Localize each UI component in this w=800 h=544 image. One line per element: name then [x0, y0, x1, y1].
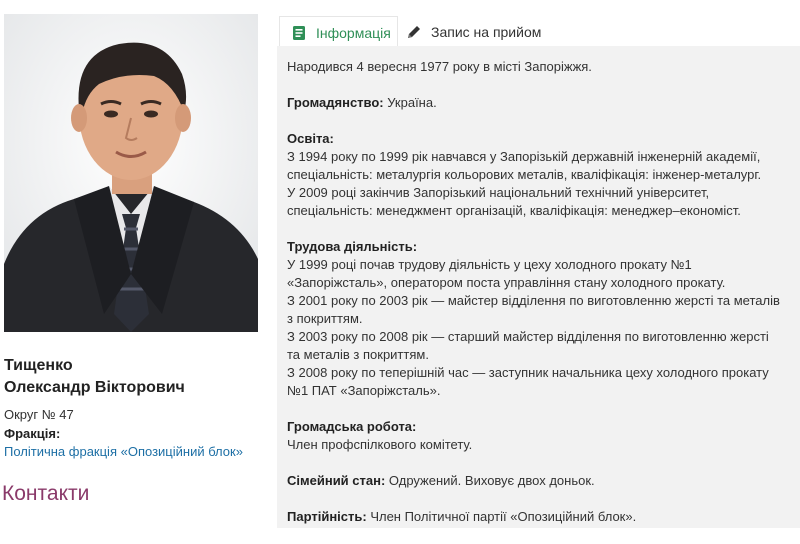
- faction-link[interactable]: Політична фракція «Опозиційний блок»: [4, 444, 243, 459]
- tab-appointment-label: Запис на прийом: [431, 23, 542, 40]
- party-label: Партійність:: [287, 509, 367, 524]
- tab-information-label: Інформація: [316, 24, 391, 41]
- deputy-name: Тищенко Олександр Вікторович: [4, 355, 254, 399]
- biography: Народився 4 вересня 1977 року в місті За…: [287, 58, 792, 544]
- birth-info: Народився 4 вересня 1977 року в місті За…: [287, 59, 592, 74]
- document-icon: [290, 24, 308, 42]
- party-membership: Партійність: Член Політичної партії «Опо…: [287, 508, 792, 526]
- deputy-photo: [4, 14, 258, 332]
- tab-appointment[interactable]: Запис на прийом: [405, 16, 565, 47]
- education-section: Освіта: З 1994 року по 1999 рік навчався…: [287, 130, 792, 220]
- citizenship-value: Україна.: [383, 95, 437, 110]
- family-label: Сімейний стан:: [287, 473, 386, 488]
- public-work-label: Громадська робота:: [287, 419, 417, 434]
- district-number: Округ № 47: [4, 407, 74, 422]
- work-line: З 2001 року по 2003 рік — майстер відділ…: [287, 293, 780, 308]
- citizenship: Громадянство: Україна.: [287, 94, 792, 112]
- work-line: «Запоріжсталь», оператором поста управлі…: [287, 275, 726, 290]
- family-status: Сімейний стан: Одружений. Виховує двох д…: [287, 472, 792, 490]
- education-line: спеціальність: менеджмент організацій, к…: [287, 203, 741, 218]
- work-label: Трудова діяльність:: [287, 239, 418, 254]
- profile-details: Інформація Запис на прийом Народився 4 в…: [277, 14, 800, 528]
- work-section: Трудова діяльність: У 1999 році почав тр…: [287, 238, 792, 400]
- tab-information[interactable]: Інформація: [279, 16, 398, 48]
- tab-bar: Інформація Запис на прийом: [277, 14, 800, 48]
- information-panel: Народився 4 вересня 1977 року в місті За…: [277, 46, 800, 528]
- work-line: З 2008 року по теперішній час — заступни…: [287, 365, 769, 380]
- deputy-first-middle-name: Олександр Вікторович: [4, 379, 185, 396]
- faction-label: Фракція:: [4, 426, 61, 441]
- deputy-last-name: Тищенко: [4, 357, 73, 374]
- work-line: та металів з покриттям.: [287, 347, 429, 362]
- family-value: Одружений. Виховує двох доньок.: [385, 473, 595, 488]
- education-line: З 1994 року по 1999 рік навчався у Запор…: [287, 149, 761, 164]
- citizenship-label: Громадянство:: [287, 95, 384, 110]
- work-line: з покриттям.: [287, 311, 363, 326]
- pencil-icon: [405, 23, 423, 41]
- work-line: З 2003 року по 2008 рік — старший майсте…: [287, 329, 769, 344]
- contacts-heading: Контакти: [2, 482, 90, 505]
- work-line: №1 ПАТ «Запоріжсталь».: [287, 383, 441, 398]
- public-work-value: Член профспілкового комітету.: [287, 437, 473, 452]
- education-line: спеціальність: металургія кольорових мет…: [287, 167, 762, 182]
- portrait-image: [4, 14, 258, 332]
- public-work-section: Громадська робота: Член профспілкового к…: [287, 418, 792, 454]
- work-line: У 1999 році почав трудову діяльність у ц…: [287, 257, 692, 272]
- education-label: Освіта:: [287, 131, 334, 146]
- party-value: Член Політичної партії «Опозиційний блок…: [366, 509, 637, 524]
- education-line: У 2009 році закінчив Запорізький націона…: [287, 185, 710, 200]
- profile-sidebar: Тищенко Олександр Вікторович Округ № 47 …: [0, 0, 262, 528]
